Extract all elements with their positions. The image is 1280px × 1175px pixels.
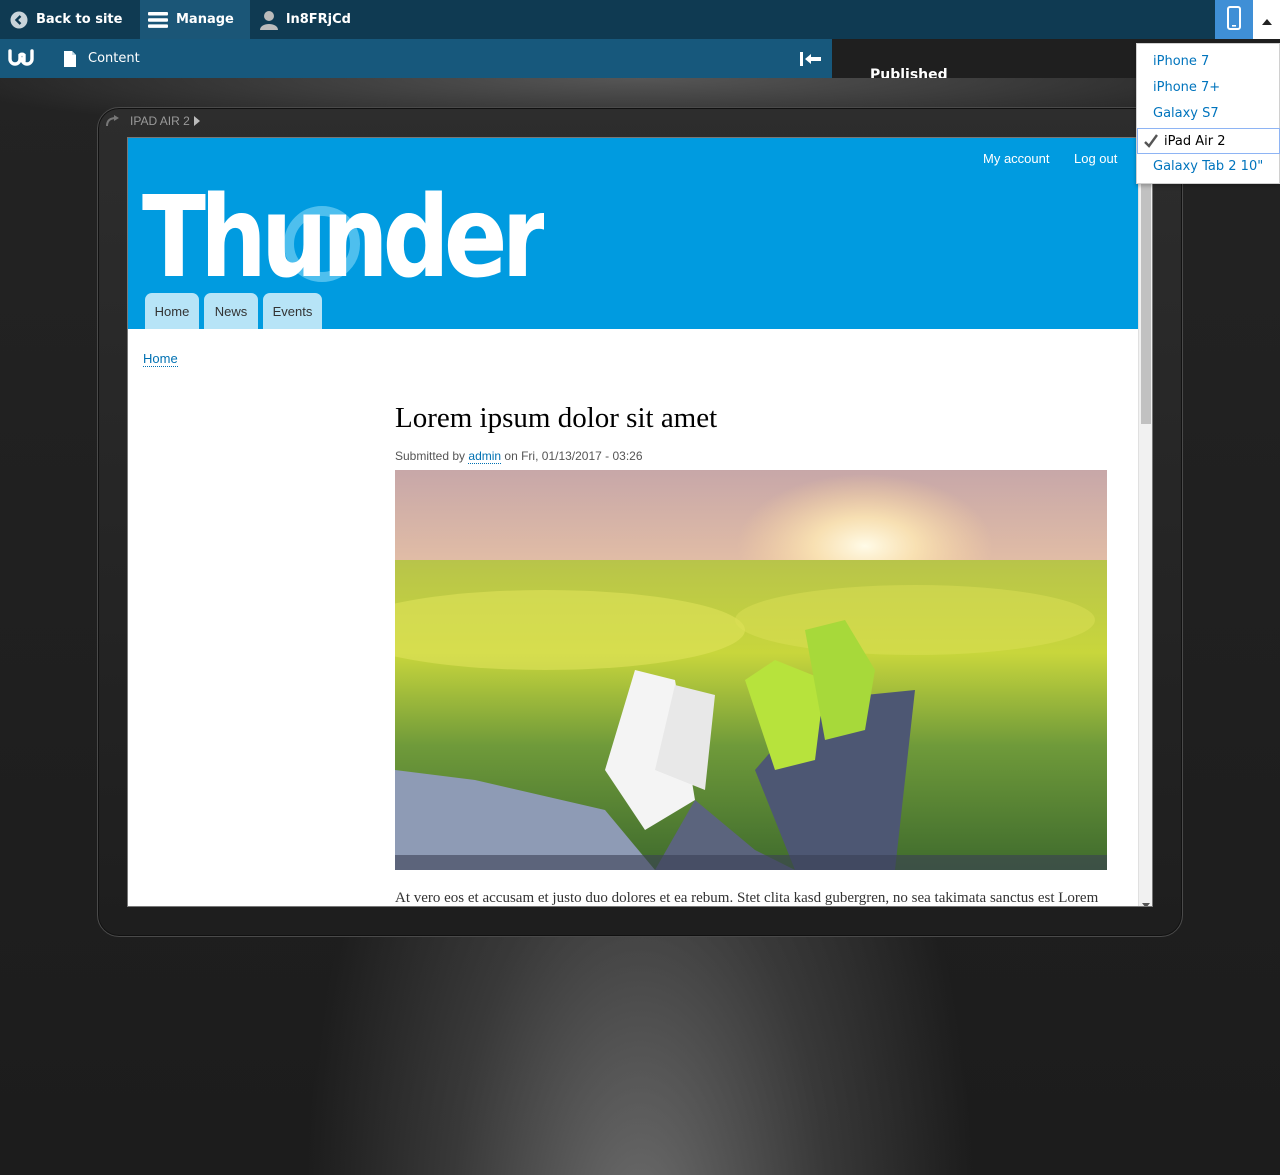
thunder-logo-icon[interactable] xyxy=(8,49,34,71)
device-menu-toggle[interactable] xyxy=(1253,0,1280,39)
scrollbar-thumb[interactable] xyxy=(1141,184,1151,424)
article-title: Lorem ipsum dolor sit amet xyxy=(395,402,718,434)
device-name: IPAD AIR 2 xyxy=(130,114,190,128)
submitted-prefix: Submitted by xyxy=(395,449,466,463)
admin-toolbar: Back to site Manage ln8FRjCd xyxy=(0,0,1280,39)
mobile-device-icon xyxy=(1227,5,1241,34)
nav-news-tab[interactable]: News xyxy=(204,293,258,329)
submitted-date: on Fri, 01/13/2017 - 03:26 xyxy=(504,449,643,463)
chevron-left-circle-icon xyxy=(10,11,28,29)
logo-text: Thunder xyxy=(142,186,544,282)
collapse-tray-icon[interactable] xyxy=(800,51,822,70)
back-to-site-label: Back to site xyxy=(36,12,123,27)
user-tab[interactable]: ln8FRjCd xyxy=(250,0,370,39)
scroll-down-arrow-icon[interactable] xyxy=(1142,893,1150,906)
device-option-label: iPhone 7+ xyxy=(1153,79,1221,95)
nav-home-tab[interactable]: Home xyxy=(145,293,199,329)
author-link[interactable]: admin xyxy=(468,449,502,464)
document-icon xyxy=(64,50,76,67)
hamburger-icon xyxy=(148,11,168,29)
device-option-iphone-7[interactable]: iPhone 7 xyxy=(1137,49,1280,73)
back-to-site-link[interactable]: Back to site xyxy=(0,0,140,39)
user-icon xyxy=(260,10,278,30)
submitted-line: Submitted by admin on Fri, 01/13/2017 - … xyxy=(395,449,643,464)
article-body: At vero eos et accusam et justo duo dolo… xyxy=(395,890,1099,906)
manage-tab[interactable]: Manage xyxy=(140,0,250,39)
device-option-ipad-air-2[interactable]: iPad Air 2 xyxy=(1137,128,1280,154)
device-option-iphone-7-plus[interactable]: iPhone 7+ xyxy=(1137,75,1280,99)
log-out-link[interactable]: Log out xyxy=(1074,151,1117,166)
caret-right-icon[interactable] xyxy=(193,116,200,126)
preview-scrollbar[interactable] xyxy=(1138,138,1152,906)
device-option-label: iPad Air 2 xyxy=(1164,133,1226,149)
admin-tray: Content xyxy=(0,39,832,78)
device-option-label: Galaxy Tab 2 10" xyxy=(1153,158,1264,174)
hero-image xyxy=(395,470,1107,870)
content-menu-link[interactable]: Content xyxy=(64,39,140,78)
site-header: My account Log out Thunder Home News Eve… xyxy=(128,138,1138,329)
content-label: Content xyxy=(88,51,140,66)
responsive-preview-button[interactable] xyxy=(1215,0,1253,39)
device-option-galaxy-s7[interactable]: Galaxy S7 xyxy=(1137,101,1280,125)
caret-up-icon xyxy=(1261,10,1272,29)
my-account-link[interactable]: My account xyxy=(983,151,1049,166)
checkmark-icon xyxy=(1144,134,1158,148)
manage-label: Manage xyxy=(176,12,234,27)
published-status: Published xyxy=(870,67,948,78)
rotate-icon[interactable] xyxy=(106,115,120,127)
device-dropdown-menu: iPhone 7 iPhone 7+ Galaxy S7 iPad Air 2 … xyxy=(1136,43,1280,184)
device-option-label: Galaxy S7 xyxy=(1153,105,1219,121)
nav-events-tab[interactable]: Events xyxy=(263,293,322,329)
site-logo[interactable]: Thunder xyxy=(142,173,555,303)
device-label: IPAD AIR 2 xyxy=(106,113,200,129)
breadcrumb-home-link[interactable]: Home xyxy=(143,351,178,367)
device-option-galaxy-tab-2[interactable]: Galaxy Tab 2 10" xyxy=(1137,154,1280,178)
user-label: ln8FRjCd xyxy=(286,12,351,27)
preview-screen: My account Log out Thunder Home News Eve… xyxy=(127,137,1153,907)
device-option-label: iPhone 7 xyxy=(1153,53,1210,69)
